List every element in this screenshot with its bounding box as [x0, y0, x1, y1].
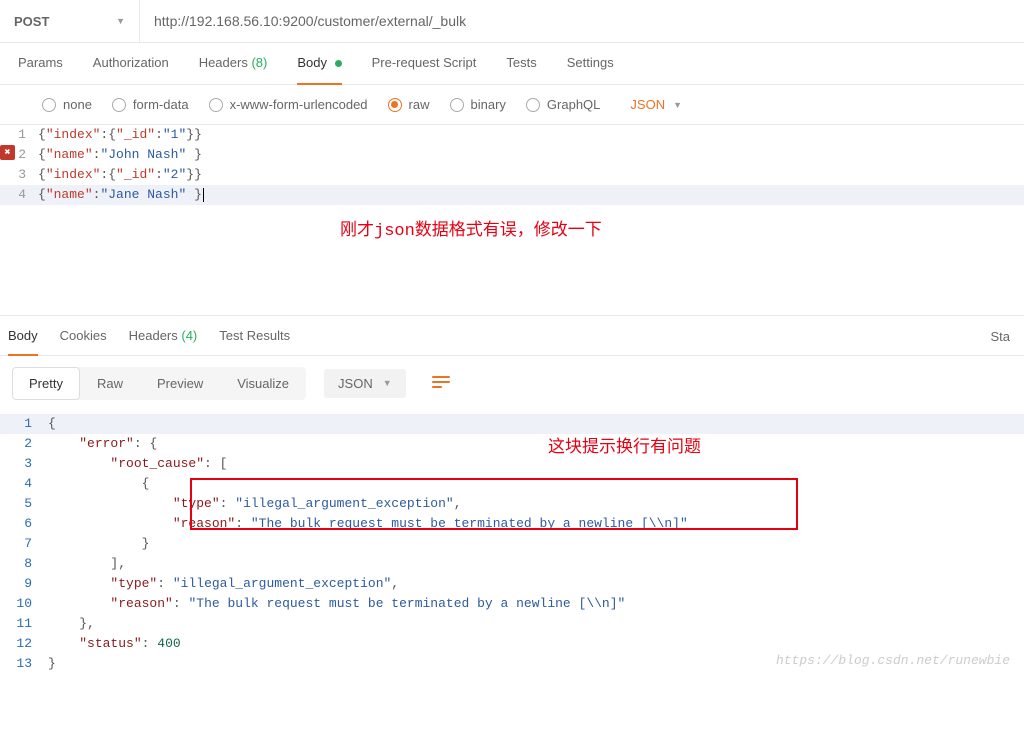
response-tab-headers[interactable]: Headers (4): [129, 328, 198, 345]
tab-headers-label: Headers: [199, 55, 248, 70]
wrap-icon: [432, 376, 450, 390]
code-line: {"name":"Jane Nash" }: [38, 185, 1024, 205]
radio-icon: [526, 98, 540, 112]
code-line: "type": "illegal_argument_exception",: [48, 494, 1024, 514]
code-line: }: [48, 534, 1024, 554]
line-number: 4: [0, 474, 48, 494]
radio-none[interactable]: none: [42, 97, 92, 112]
radio-label: x-www-form-urlencoded: [230, 97, 368, 112]
response-tab-cookies[interactable]: Cookies: [60, 328, 107, 345]
tab-body[interactable]: Body: [297, 55, 341, 74]
wrap-button[interactable]: [424, 366, 458, 400]
request-tabs: Params Authorization Headers (8) Body Pr…: [0, 43, 1024, 85]
body-type-bar: none form-data x-www-form-urlencoded raw…: [0, 85, 1024, 125]
response-tab-tests[interactable]: Test Results: [219, 328, 290, 345]
watermark: https://blog.csdn.net/runewbie: [776, 653, 1010, 668]
format-label: JSON: [630, 97, 665, 112]
body-indicator-icon: [335, 60, 342, 67]
tab-settings[interactable]: Settings: [567, 55, 614, 74]
line-number: 6: [0, 514, 48, 534]
headers-count: (8): [251, 55, 267, 70]
code-line: "reason": "The bulk request must be term…: [48, 594, 1024, 614]
response-tab-headers-label: Headers: [129, 328, 178, 343]
line-number: 9: [0, 574, 48, 594]
radio-label: form-data: [133, 97, 189, 112]
line-number: 2: [0, 434, 48, 454]
line-number: 3: [0, 454, 48, 474]
response-headers-count: (4): [181, 328, 197, 343]
code-line: "error": {: [48, 434, 1024, 454]
format-select[interactable]: JSON ▼: [630, 97, 682, 112]
tab-body-label: Body: [297, 55, 327, 70]
response-body-viewer[interactable]: 1{ 2 "error": { 3 "root_cause": [ 4 { 5 …: [0, 410, 1024, 674]
annotation-text: 刚才json数据格式有误，修改一下: [340, 215, 602, 241]
radio-label: raw: [409, 97, 430, 112]
tab-authorization[interactable]: Authorization: [93, 55, 169, 74]
radio-label: GraphQL: [547, 97, 600, 112]
line-number: 1: [0, 414, 48, 434]
view-raw[interactable]: Raw: [80, 367, 140, 400]
tab-params[interactable]: Params: [18, 55, 63, 74]
code-line: },: [48, 614, 1024, 634]
request-body-editor[interactable]: ✖ 1 {"index":{"_id":"1"}} 2 {"name":"Joh…: [0, 125, 1024, 315]
radio-icon: [209, 98, 223, 112]
response-format-select[interactable]: JSON ▼: [324, 369, 406, 398]
radio-label: none: [63, 97, 92, 112]
radio-icon: [42, 98, 56, 112]
chevron-down-icon: ▼: [673, 100, 682, 110]
response-format-label: JSON: [338, 376, 373, 391]
radio-label: binary: [471, 97, 506, 112]
view-preview[interactable]: Preview: [140, 367, 220, 400]
radio-graphql[interactable]: GraphQL: [526, 97, 600, 112]
method-select[interactable]: POST ▼: [0, 0, 140, 42]
line-number: 12: [0, 634, 48, 654]
code-line: ],: [48, 554, 1024, 574]
view-bar: Pretty Raw Preview Visualize JSON ▼: [0, 356, 1024, 410]
line-number: 5: [0, 494, 48, 514]
url-input[interactable]: [140, 0, 1024, 42]
view-pretty[interactable]: Pretty: [12, 367, 80, 400]
code-line: "status": 400: [48, 634, 1024, 654]
radio-icon: [450, 98, 464, 112]
line-number: 10: [0, 594, 48, 614]
radio-icon: [388, 98, 402, 112]
code-line: "type": "illegal_argument_exception",: [48, 574, 1024, 594]
response-tab-body[interactable]: Body: [8, 328, 38, 345]
cursor-icon: [203, 188, 204, 202]
code-line: {"index":{"_id":"2"}}: [38, 165, 1024, 185]
line-number: 2: [0, 145, 38, 165]
radio-icon: [112, 98, 126, 112]
code-line: "root_cause": [: [48, 454, 1024, 474]
line-number: 4: [0, 185, 38, 205]
radio-binary[interactable]: binary: [450, 97, 506, 112]
radio-urlencoded[interactable]: x-www-form-urlencoded: [209, 97, 368, 112]
method-value: POST: [14, 14, 49, 29]
tab-headers[interactable]: Headers (8): [199, 55, 268, 74]
line-number: 11: [0, 614, 48, 634]
radio-formdata[interactable]: form-data: [112, 97, 189, 112]
view-visualize[interactable]: Visualize: [220, 367, 306, 400]
code-line: "reason": "The bulk request must be term…: [48, 514, 1024, 534]
line-number: 8: [0, 554, 48, 574]
chevron-down-icon: ▼: [116, 16, 125, 26]
tab-tests[interactable]: Tests: [506, 55, 536, 74]
code-line: {: [48, 414, 1024, 434]
line-number: 3: [0, 165, 38, 185]
line-number: 1: [0, 125, 38, 145]
code-line: {: [48, 474, 1024, 494]
annotation-text: 这块提示换行有问题: [548, 432, 701, 458]
tab-prerequest[interactable]: Pre-request Script: [372, 55, 477, 74]
code-line: {"index":{"_id":"1"}}: [38, 125, 1024, 145]
chevron-down-icon: ▼: [383, 378, 392, 388]
response-tabs: Body Cookies Headers (4) Test Results St…: [0, 315, 1024, 356]
radio-raw[interactable]: raw: [388, 97, 430, 112]
status-label: Sta: [990, 329, 1016, 344]
line-number: 13: [0, 654, 48, 674]
line-number: 7: [0, 534, 48, 554]
code-line: {"name":"John Nash" }: [38, 145, 1024, 165]
